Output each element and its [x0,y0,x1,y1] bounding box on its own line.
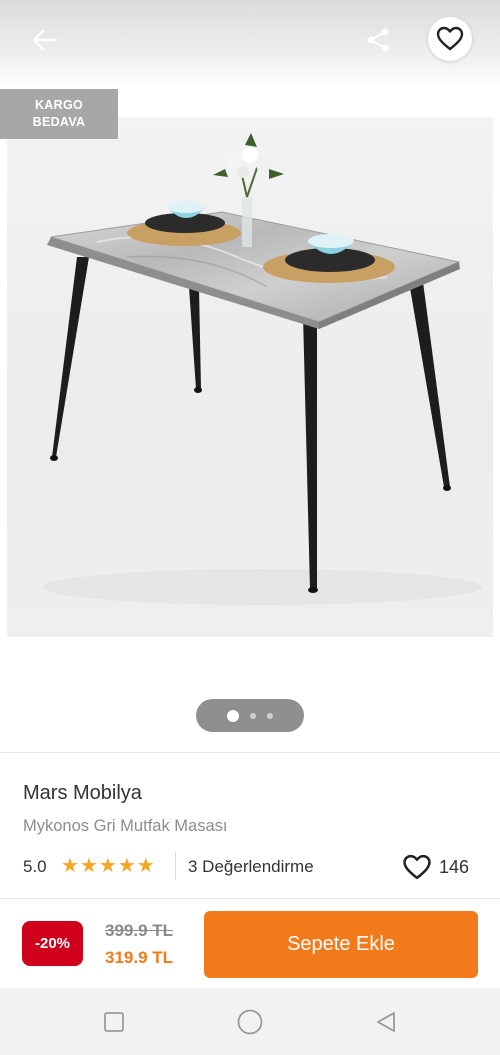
share-button[interactable] [356,20,400,60]
product-detail-page: KARGO BEDAVA Mars Mobilya Mykonos Gri Mu… [0,0,500,1055]
product-name: Mykonos Gri Mutfak Masası [23,817,228,835]
star-icon: ★ [61,855,79,877]
arrow-left-icon [32,29,57,51]
free-shipping-badge: KARGO BEDAVA [0,89,118,139]
image-pager[interactable] [196,699,304,732]
rating-value: 5.0 [23,857,47,876]
star-icon: ★ [117,855,136,877]
heart-outline-icon [403,854,431,879]
recent-apps-button[interactable] [98,1006,130,1038]
dining-table-photo [42,133,482,605]
square-icon [104,1012,124,1032]
back-button[interactable] [22,22,66,58]
brand-name[interactable]: Mars Mobilya [23,782,142,805]
product-gallery[interactable]: KARGO BEDAVA [0,0,500,752]
old-price: 399.9 TL [105,921,174,940]
top-bar [0,0,500,90]
badge-line-2: BEDAVA [32,115,86,129]
favorite-count: 146 [439,857,470,877]
home-button[interactable] [234,1006,266,1038]
circle-icon [237,1009,263,1035]
discount-badge: -20% [22,921,83,966]
star-icon: ★ [79,855,98,877]
rating-row: 5.0 ★ ★ ★ ★ ★ 3 Değerlendirme 146 [23,852,483,882]
star-rating: ★ ★ ★ ★ ★ [61,855,155,877]
divider [0,752,500,753]
like-button[interactable] [401,852,433,882]
favorite-button[interactable] [428,17,472,61]
system-navigation-bar [0,988,500,1055]
system-back-button[interactable] [370,1006,402,1038]
pager-dot-active[interactable] [227,709,239,722]
add-to-cart-button[interactable]: Sepete Ekle [204,911,478,978]
review-count-link[interactable]: 3 Değerlendirme [188,857,314,877]
star-icon: ★ [98,855,117,877]
pager-dot[interactable] [267,712,273,719]
new-price: 319.9 TL [105,948,174,967]
product-image[interactable] [7,117,493,637]
separator [175,852,176,880]
badge-line-1: KARGO [34,98,84,112]
price-bar: -20% 399.9 TL 319.9 TL Sepete Ekle [0,898,500,988]
star-icon: ★ [136,855,155,877]
share-icon [367,28,389,52]
triangle-back-icon [377,1012,395,1032]
heart-outline-icon [436,26,464,51]
pager-dot[interactable] [250,712,256,719]
